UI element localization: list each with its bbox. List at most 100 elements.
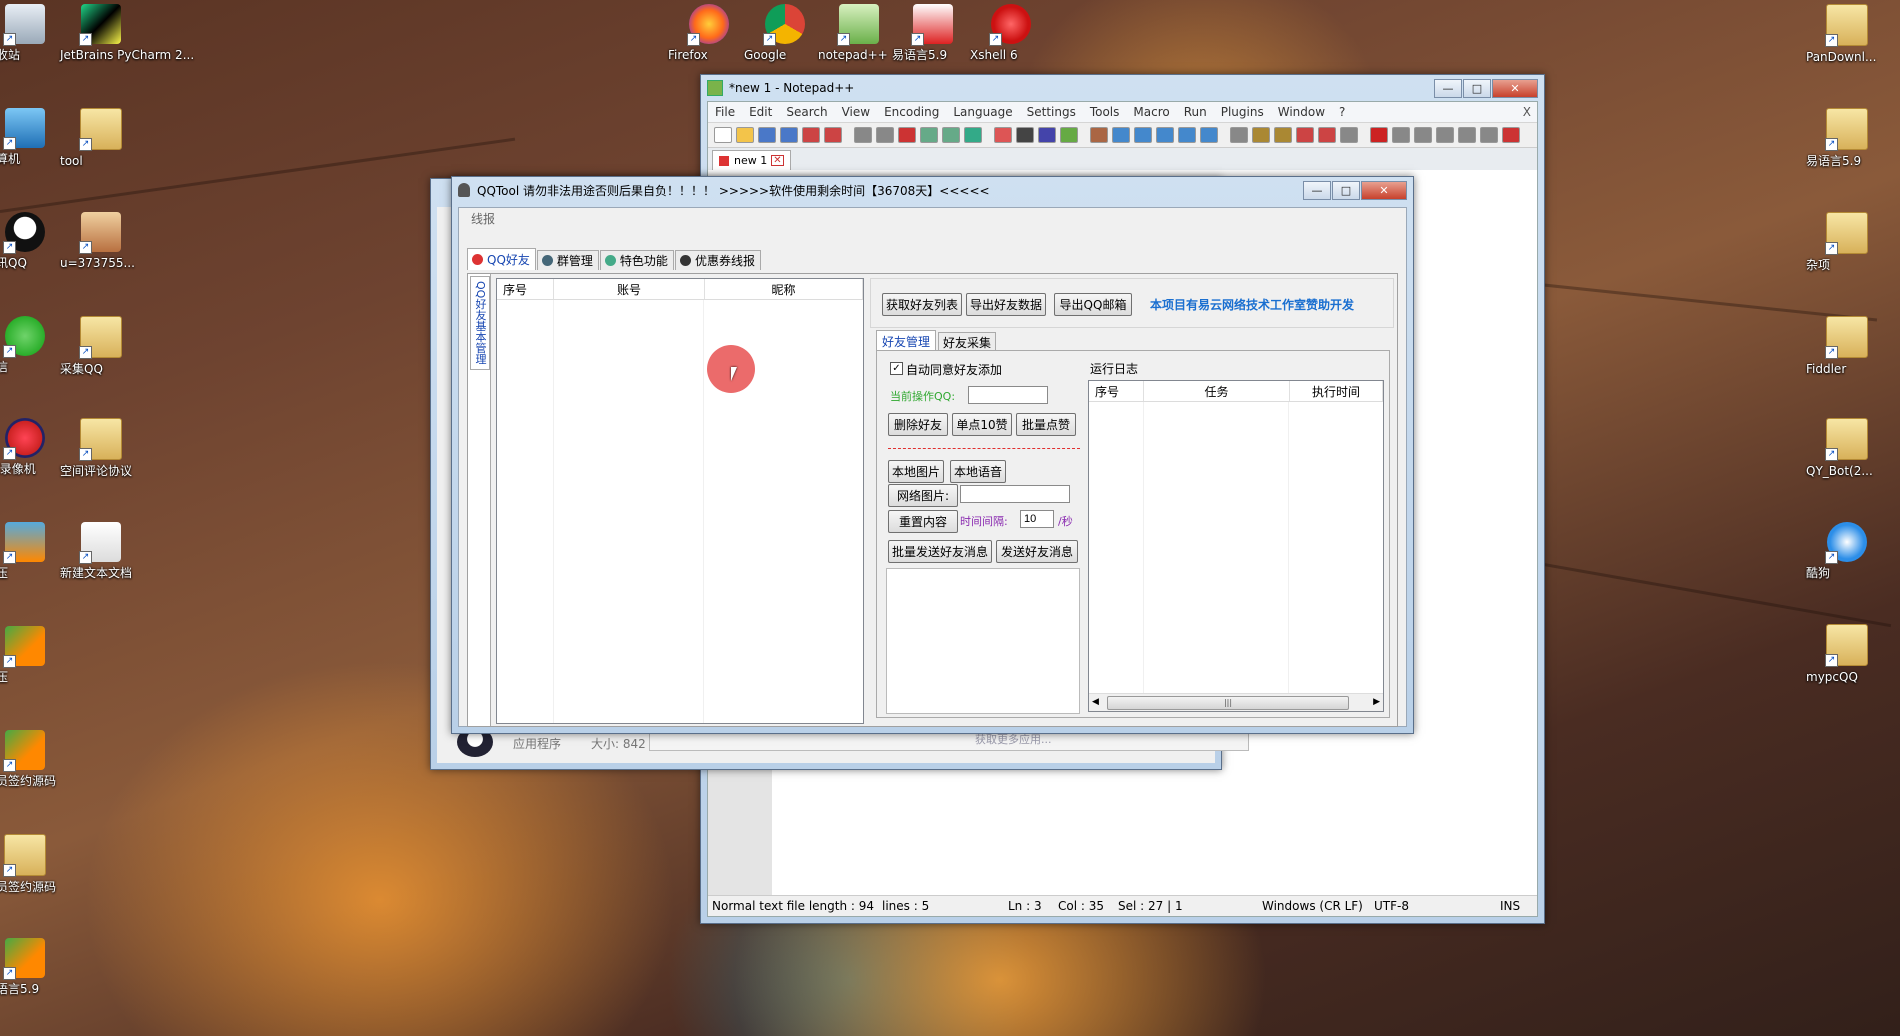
reset-content-button[interactable]: 重置内容 xyxy=(888,510,958,533)
menu-item-file[interactable]: File xyxy=(708,105,742,119)
toolbar-button-icon[interactable] xyxy=(1230,127,1248,143)
col-task[interactable]: 任务 xyxy=(1144,381,1290,401)
maximize-button[interactable]: □ xyxy=(1463,78,1491,98)
delete-friend-button[interactable]: 删除好友 xyxy=(888,413,948,436)
subtab-friend-manage[interactable]: 好友管理 xyxy=(876,330,937,351)
horizontal-scrollbar[interactable]: ◀ ||| ▶ xyxy=(1089,693,1383,711)
toolbar-button-icon[interactable] xyxy=(994,127,1012,143)
get-friend-list-button[interactable]: 获取好友列表 xyxy=(882,293,962,316)
desktop-icon-folder[interactable]: mypcQQ xyxy=(1806,624,1888,684)
friend-list[interactable]: 序号 账号 昵称 xyxy=(496,278,864,724)
toolbar-button-icon[interactable] xyxy=(1392,127,1410,143)
minimize-button[interactable]: — xyxy=(1434,78,1462,98)
qqtool-titlebar[interactable]: QQTool 请勿非法用途否则后果自负！！！！ >>>>>软件使用剩余时间【36… xyxy=(452,177,1413,203)
scroll-left-arrow-icon[interactable]: ◀ xyxy=(1092,697,1099,707)
toolbar-button-icon[interactable] xyxy=(942,127,960,143)
desktop-icon-folder[interactable]: 易语言5.9 xyxy=(1806,108,1888,168)
maximize-button[interactable]: □ xyxy=(1332,180,1360,200)
export-qq-email-button[interactable]: 导出QQ邮箱 xyxy=(1054,293,1132,316)
desktop-icon-archive[interactable]: 速压 xyxy=(0,626,66,684)
local-voice-button[interactable]: 本地语音 xyxy=(950,460,1006,483)
export-friend-data-button[interactable]: 导出好友数据 xyxy=(966,293,1046,316)
interval-input[interactable] xyxy=(1020,510,1054,528)
desktop-icon-folder[interactable]: 采集QQ xyxy=(60,316,142,376)
desktop-icon-notepadpp[interactable]: notepad++ xyxy=(818,4,900,62)
tab-qq-friends[interactable]: QQ好友 xyxy=(467,248,536,270)
toolbar-button-icon[interactable] xyxy=(1502,127,1520,143)
desktop-icon-text-file[interactable]: 新建文本文档 xyxy=(60,522,142,580)
col-nickname[interactable]: 昵称 xyxy=(705,279,863,299)
menu-item-tools[interactable]: Tools xyxy=(1083,105,1127,119)
toolbar-button-icon[interactable] xyxy=(1090,127,1108,143)
menu-item-run[interactable]: Run xyxy=(1177,105,1214,119)
like-10-button[interactable]: 单点10赞 xyxy=(952,413,1012,436)
col-account[interactable]: 账号 xyxy=(554,279,705,299)
toolbar-button-icon[interactable] xyxy=(1178,127,1196,143)
menu-item-search[interactable]: Search xyxy=(779,105,834,119)
toolbar-button-icon[interactable] xyxy=(854,127,872,143)
desktop-icon-kugou[interactable]: 酷狗 xyxy=(1806,522,1888,580)
toolbar-button-icon[interactable] xyxy=(1274,127,1292,143)
desktop-icon-folder[interactable]: 杂项 xyxy=(1806,212,1888,272)
net-image-input[interactable] xyxy=(960,485,1070,503)
menu-item-plugins[interactable]: Plugins xyxy=(1214,105,1271,119)
toolbar-button-icon[interactable] xyxy=(920,127,938,143)
menu-item-view[interactable]: View xyxy=(835,105,877,119)
close-button[interactable]: ✕ xyxy=(1361,180,1407,200)
desktop-icon-folder[interactable]: QY_Bot(2... xyxy=(1806,418,1888,478)
tab-close-icon[interactable]: ✕ xyxy=(771,155,784,166)
desktop-icon-wechat[interactable]: 微信 xyxy=(0,316,66,374)
toolbar-button-icon[interactable] xyxy=(824,127,842,143)
desktop-icon-firefox[interactable]: Firefox xyxy=(668,4,750,62)
desktop-icon-folder[interactable]: 空间评论协议 xyxy=(60,418,142,478)
desktop-icon-recycle-bin[interactable]: 回收站 xyxy=(0,4,66,62)
toolbar-button-icon[interactable] xyxy=(964,127,982,143)
col-index[interactable]: 序号 xyxy=(497,279,554,299)
toolbar-button-icon[interactable] xyxy=(898,127,916,143)
col-index[interactable]: 序号 xyxy=(1089,381,1144,401)
desktop-icon-haozip[interactable]: 好压 xyxy=(0,522,66,580)
subtab-friend-collect[interactable]: 好友采集 xyxy=(938,332,997,351)
desktop-icon-kk-recorder[interactable]: KK录像机 xyxy=(0,418,66,476)
toolbar-button-icon[interactable] xyxy=(1370,127,1388,143)
toolbar-button-icon[interactable] xyxy=(876,127,894,143)
menu-item-language[interactable]: Language xyxy=(946,105,1019,119)
desktop-icon-pycharm[interactable]: JetBrains PyCharm 2... xyxy=(60,4,194,62)
toolbar-button-icon[interactable] xyxy=(1318,127,1336,143)
menu-item-encoding[interactable]: Encoding xyxy=(877,105,946,119)
local-image-button[interactable]: 本地图片 xyxy=(888,460,944,483)
auto-accept-checkbox[interactable]: ✓ xyxy=(890,362,903,375)
toolbar-button-icon[interactable] xyxy=(736,127,754,143)
desktop-icon-chrome[interactable]: Google xyxy=(744,4,826,62)
toolbar-button-icon[interactable] xyxy=(1112,127,1130,143)
menu-item-settings[interactable]: Settings xyxy=(1020,105,1083,119)
col-exec-time[interactable]: 执行时间 xyxy=(1290,381,1383,401)
minimize-button[interactable]: — xyxy=(1303,180,1331,200)
message-textarea[interactable] xyxy=(886,568,1080,714)
menu-item-macro[interactable]: Macro xyxy=(1126,105,1176,119)
toolbar-button-icon[interactable] xyxy=(1038,127,1056,143)
batch-like-button[interactable]: 批量点赞 xyxy=(1016,413,1076,436)
current-qq-input[interactable] xyxy=(968,386,1048,404)
toolbar-button-icon[interactable] xyxy=(780,127,798,143)
desktop-icon-archive[interactable]: 人员签约源码 xyxy=(0,730,66,788)
toolbar-button-icon[interactable] xyxy=(1134,127,1152,143)
toolbar-button-icon[interactable] xyxy=(1252,127,1270,143)
desktop-icon-folder[interactable]: tool xyxy=(60,108,142,168)
qqtool-window[interactable]: QQTool 请勿非法用途否则后果自负！！！！ >>>>>软件使用剩余时间【36… xyxy=(451,176,1414,734)
close-button[interactable]: ✕ xyxy=(1492,78,1538,98)
toolbar-button-icon[interactable] xyxy=(758,127,776,143)
desktop-icon-folder[interactable]: 人员签约源码 xyxy=(0,834,66,894)
desktop-icon-xshell[interactable]: Xshell 6 xyxy=(970,4,1052,62)
toolbar-button-icon[interactable] xyxy=(1296,127,1314,143)
desktop-icon-computer[interactable]: 计算机 xyxy=(0,108,66,166)
tab-features[interactable]: 特色功能 xyxy=(599,250,674,270)
toolbar-button-icon[interactable] xyxy=(1016,127,1034,143)
scrollbar-thumb[interactable]: ||| xyxy=(1107,696,1349,710)
send-message-button[interactable]: 发送好友消息 xyxy=(996,540,1078,563)
toolbar-button-icon[interactable] xyxy=(1060,127,1078,143)
side-tab-friend-basic[interactable]: QQ好友基本管理 xyxy=(470,276,490,370)
desktop-icon-image-file[interactable]: u=373755... xyxy=(60,212,142,270)
tab-coupons[interactable]: 优惠券线报 xyxy=(674,250,761,270)
tab-group-manage[interactable]: 群管理 xyxy=(536,250,599,270)
